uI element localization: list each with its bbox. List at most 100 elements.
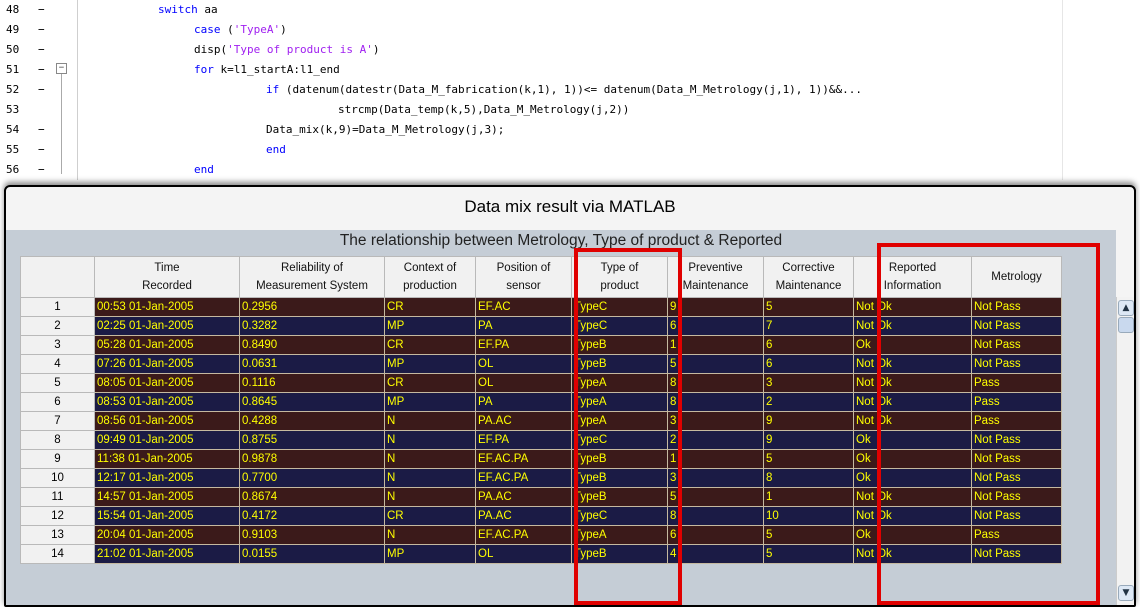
column-header[interactable]: Time Recorded (94, 256, 240, 298)
table-cell[interactable]: N (384, 468, 476, 488)
table-cell[interactable]: 0.0631 (239, 354, 385, 374)
table-cell[interactable]: 0.9103 (239, 525, 385, 545)
table-cell[interactable]: 0.9878 (239, 449, 385, 469)
breakpoint-marker[interactable]: − (38, 120, 45, 140)
table-cell[interactable]: EF.PA (475, 335, 572, 355)
table-cell[interactable]: 08:56 01-Jan-2005 (94, 411, 240, 431)
table-cell[interactable]: EF.AC.PA (475, 468, 572, 488)
code-line[interactable]: 52 − if (datenum(datestr(Data_M_fabricatio… (0, 80, 1140, 100)
row-index[interactable]: 12 (20, 506, 95, 526)
row-index[interactable]: 10 (20, 468, 95, 488)
row-index[interactable]: 6 (20, 392, 95, 412)
table-cell[interactable]: 02:25 01-Jan-2005 (94, 316, 240, 336)
table-cell[interactable]: 5 (763, 449, 854, 469)
table-cell[interactable]: 0.1116 (239, 373, 385, 393)
table-cell[interactable]: N (384, 525, 476, 545)
table-cell[interactable]: 8 (763, 468, 854, 488)
table-cell[interactable]: 10 (763, 506, 854, 526)
table-cell[interactable]: PA (475, 316, 572, 336)
code-line[interactable]: 51 − for k=l1_startA:l1_end (0, 60, 1140, 80)
breakpoint-marker[interactable]: − (38, 60, 45, 80)
code-line[interactable]: 49 − case ('TypeA') (0, 20, 1140, 40)
column-header[interactable]: Corrective Maintenance (763, 256, 854, 298)
table-cell[interactable]: 0.3282 (239, 316, 385, 336)
table-cell[interactable]: 0.4288 (239, 411, 385, 431)
row-index[interactable]: 14 (20, 544, 95, 564)
table-cell[interactable]: PA.AC (475, 487, 572, 507)
column-header[interactable]: Reliability of Measurement System (239, 256, 385, 298)
table-cell[interactable]: PA (475, 392, 572, 412)
table-cell[interactable]: 0.8490 (239, 335, 385, 355)
scroll-down-icon[interactable]: ▼ (1118, 585, 1134, 601)
row-index[interactable]: 5 (20, 373, 95, 393)
table-cell[interactable]: 0.0155 (239, 544, 385, 564)
table-cell[interactable]: 09:49 01-Jan-2005 (94, 430, 240, 450)
table-cell[interactable]: PA.AC (475, 506, 572, 526)
table-cell[interactable]: N (384, 487, 476, 507)
column-header[interactable]: Context of production (384, 256, 476, 298)
code-line[interactable]: 55 − end (0, 140, 1140, 160)
row-index[interactable]: 9 (20, 449, 95, 469)
table-cell[interactable]: 0.8674 (239, 487, 385, 507)
table-cell[interactable]: EF.AC.PA (475, 525, 572, 545)
table-cell[interactable]: N (384, 411, 476, 431)
row-index[interactable]: 11 (20, 487, 95, 507)
breakpoint-marker[interactable]: − (38, 80, 45, 100)
table-cell[interactable]: EF.AC (475, 297, 572, 317)
code-editor[interactable]: − 48− switch aa 49− case ('TypeA') 50− disp('… (0, 0, 1140, 180)
table-cell[interactable]: 6 (763, 335, 854, 355)
table-cell[interactable]: 0.7700 (239, 468, 385, 488)
table-cell[interactable]: PA.AC (475, 411, 572, 431)
table-cell[interactable]: 0.8755 (239, 430, 385, 450)
table-cell[interactable]: 20:04 01-Jan-2005 (94, 525, 240, 545)
table-cell[interactable]: CR (384, 373, 476, 393)
row-header-corner[interactable] (20, 256, 95, 298)
breakpoint-marker[interactable]: − (38, 160, 45, 180)
table-cell[interactable]: CR (384, 335, 476, 355)
table-cell[interactable]: 5 (763, 297, 854, 317)
table-cell[interactable]: 0.4172 (239, 506, 385, 526)
table-cell[interactable]: 2 (763, 392, 854, 412)
table-cell[interactable]: MP (384, 316, 476, 336)
code-line[interactable]: 54 − Data_mix(k,9)=Data_M_Metrology(j,3); (0, 120, 1140, 140)
table-cell[interactable]: 9 (763, 430, 854, 450)
scroll-thumb[interactable] (1118, 317, 1134, 333)
table-cell[interactable]: EF.PA (475, 430, 572, 450)
table-cell[interactable]: N (384, 430, 476, 450)
row-index[interactable]: 1 (20, 297, 95, 317)
row-index[interactable]: 2 (20, 316, 95, 336)
table-cell[interactable]: 11:38 01-Jan-2005 (94, 449, 240, 469)
code-line[interactable]: 56 − end (0, 160, 1140, 180)
table-cell[interactable]: OL (475, 354, 572, 374)
table-cell[interactable]: 6 (763, 354, 854, 374)
table-cell[interactable]: MP (384, 544, 476, 564)
row-index[interactable]: 7 (20, 411, 95, 431)
breakpoint-marker[interactable]: − (38, 0, 45, 20)
table-cell[interactable]: N (384, 449, 476, 469)
row-index[interactable]: 4 (20, 354, 95, 374)
code-line[interactable]: 53 strcmp(Data_temp(k,5),Data_M_Metrology… (0, 100, 1140, 120)
table-cell[interactable]: 7 (763, 316, 854, 336)
row-index[interactable]: 8 (20, 430, 95, 450)
table-cell[interactable]: 9 (763, 411, 854, 431)
table-cell[interactable]: EF.AC.PA (475, 449, 572, 469)
table-cell[interactable]: 08:05 01-Jan-2005 (94, 373, 240, 393)
table-cell[interactable]: OL (475, 544, 572, 564)
code-line[interactable]: 48 − switch aa (0, 0, 1140, 20)
table-cell[interactable]: CR (384, 297, 476, 317)
table-cell[interactable]: 1 (763, 487, 854, 507)
table-cell[interactable]: CR (384, 506, 476, 526)
table-cell[interactable]: 08:53 01-Jan-2005 (94, 392, 240, 412)
table-cell[interactable]: 5 (763, 525, 854, 545)
vertical-scrollbar[interactable]: ▲ ▼ (1116, 297, 1134, 605)
table-cell[interactable]: MP (384, 392, 476, 412)
column-header[interactable]: Position of sensor (475, 256, 572, 298)
code-line[interactable]: 50 − disp('Type of product is A') (0, 40, 1140, 60)
row-index[interactable]: 13 (20, 525, 95, 545)
table-cell[interactable]: 15:54 01-Jan-2005 (94, 506, 240, 526)
table-cell[interactable]: 12:17 01-Jan-2005 (94, 468, 240, 488)
breakpoint-marker[interactable]: − (38, 20, 45, 40)
scroll-up-icon[interactable]: ▲ (1118, 300, 1134, 316)
breakpoint-marker[interactable]: − (38, 140, 45, 160)
table-cell[interactable]: 05:28 01-Jan-2005 (94, 335, 240, 355)
